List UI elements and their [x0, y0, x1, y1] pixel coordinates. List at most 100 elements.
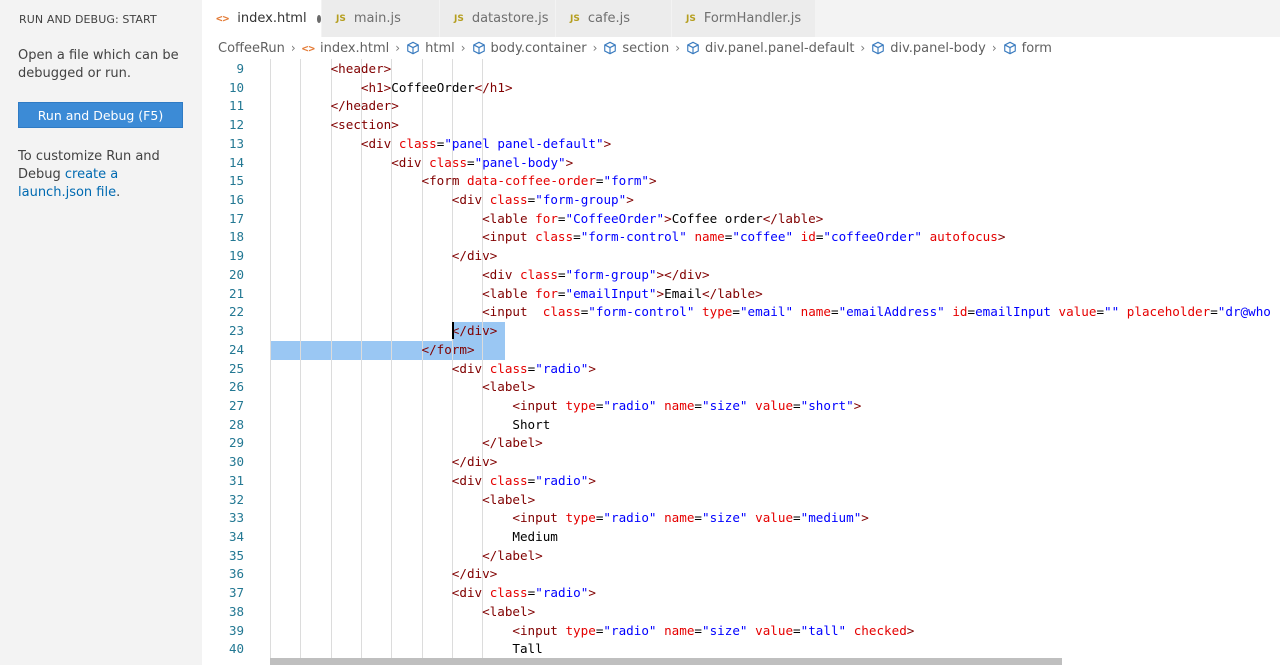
breadcrumb-symbol[interactable]: div.panel-body — [871, 41, 986, 56]
unsaved-dot-icon[interactable] — [316, 14, 321, 23]
line-number: 36 — [228, 566, 244, 582]
line-number: 14 — [228, 154, 244, 170]
code-token: </label> — [482, 547, 543, 563]
tab-label: cafe.js — [587, 11, 631, 26]
code-token: <label> — [482, 379, 536, 395]
code-line: <input type="radio" name="size" value="m… — [512, 509, 869, 528]
code-token: ></div> — [656, 266, 710, 282]
line-number: 15 — [228, 173, 244, 189]
breadcrumb-file[interactable]: <> index.html — [302, 41, 390, 56]
code-line: <label> — [482, 603, 535, 622]
line-number: 27 — [228, 397, 244, 413]
code-line: <div class="panel-body"> — [391, 154, 573, 173]
tab-label: index.html — [237, 11, 307, 26]
code-token: "medium" — [800, 510, 862, 526]
code-token: <lable — [482, 285, 536, 301]
line-number: 17 — [228, 210, 244, 226]
code-token: id — [800, 229, 816, 245]
tab-cafe-js[interactable]: JS cafe.js — [556, 0, 672, 37]
code-token: <lable — [482, 210, 536, 226]
horizontal-scrollbar[interactable] — [270, 658, 1062, 665]
run-and-debug-button[interactable]: Run and Debug (F5) — [18, 102, 183, 128]
tab-datastore-js[interactable]: JS datastore.js — [440, 0, 556, 37]
symbol-cube-icon — [472, 41, 485, 55]
code-token: "form-group" — [565, 266, 657, 282]
code-token: "tall" — [800, 622, 847, 638]
breadcrumb-symbol[interactable]: html — [406, 41, 455, 56]
code-line: </div> — [452, 322, 498, 341]
code-token: type — [565, 510, 596, 526]
code-token: name — [694, 229, 725, 245]
code-token: value — [755, 397, 794, 413]
code-line: </div> — [452, 565, 498, 584]
breadcrumb-symbol[interactable]: section — [603, 41, 669, 56]
line-number: 38 — [228, 603, 244, 619]
code-line: <div class="form-group"> — [452, 191, 634, 210]
code-token: > — [906, 622, 915, 638]
code-line: <input type="radio" name="size" value="s… — [512, 397, 861, 416]
js-file-icon: JS — [686, 13, 696, 24]
tab-formhandler-js[interactable]: JS FormHandler.js — [672, 0, 816, 37]
code-token: "radio" — [603, 397, 657, 413]
line-number: 29 — [228, 435, 244, 451]
code-token: "size" — [702, 622, 748, 638]
code-editor[interactable]: 9 10 11 12 13 14 15 16 17 18 19 20 21 22 23 24 25 26 27 28 2… — [202, 59, 1280, 665]
code-token: class — [535, 229, 574, 245]
tab-index-html[interactable]: <> index.html — [202, 0, 322, 37]
code-token: </div> — [451, 248, 498, 264]
line-number: 28 — [228, 416, 244, 432]
code-area[interactable]: <header> <h1>CoffeeOrder</h1> </header> <se… — [270, 59, 1280, 665]
line-number: 39 — [228, 622, 244, 638]
code-token: <div — [451, 585, 490, 601]
breadcrumb-folder[interactable]: CoffeeRun — [218, 41, 285, 56]
code-token: "form-control" — [588, 304, 695, 320]
tab-label: FormHandler.js — [703, 11, 802, 26]
code-token: class — [489, 192, 528, 208]
code-token: = — [793, 510, 801, 526]
code-token: = — [1096, 304, 1105, 320]
chevron-right-icon: › — [991, 41, 997, 55]
code-token: class — [429, 154, 468, 170]
line-number: 30 — [228, 454, 244, 470]
code-token: = — [694, 397, 703, 413]
code-token: Medium — [512, 529, 558, 544]
sidebar-title: RUN AND DEBUG: START — [19, 13, 157, 26]
breadcrumb-symbol[interactable]: form — [1003, 41, 1052, 56]
code-token: class — [489, 472, 528, 488]
code-token: = — [557, 266, 566, 282]
code-line: <lable for="CoffeeOrder">Coffee order</l… — [482, 210, 823, 229]
line-number: 35 — [228, 547, 244, 563]
code-token: > — [565, 154, 574, 170]
code-token: > — [588, 585, 596, 601]
breadcrumb-symbol[interactable]: body.container — [472, 41, 587, 56]
code-token: "" — [1104, 304, 1120, 320]
line-number-gutter: 9 10 11 12 13 14 15 16 17 18 19 20 21 22 23 24 25 26 27 28 2… — [202, 59, 270, 665]
breadcrumb-symbol[interactable]: div.panel.panel-default — [686, 41, 854, 56]
code-token: = — [557, 285, 566, 301]
tab-main-js[interactable]: JS main.js — [322, 0, 440, 37]
code-line: </form> — [422, 341, 475, 360]
code-token: "radio" — [535, 360, 589, 376]
code-token: = — [967, 304, 976, 320]
code-token: > — [626, 192, 634, 208]
line-number: 12 — [228, 117, 244, 133]
code-token: Coffee order — [671, 210, 763, 226]
code-token: = — [573, 229, 581, 245]
code-line: <h1>CoffeeOrder</h1> — [361, 79, 513, 98]
line-number: 13 — [228, 135, 244, 151]
code-token: for — [535, 285, 558, 301]
code-token: <div — [391, 154, 430, 170]
chevron-right-icon: › — [460, 41, 466, 55]
code-token: = — [732, 304, 740, 320]
code-token: <input — [482, 229, 536, 245]
code-token: checked — [853, 622, 907, 638]
code-line: </div> — [452, 453, 498, 472]
